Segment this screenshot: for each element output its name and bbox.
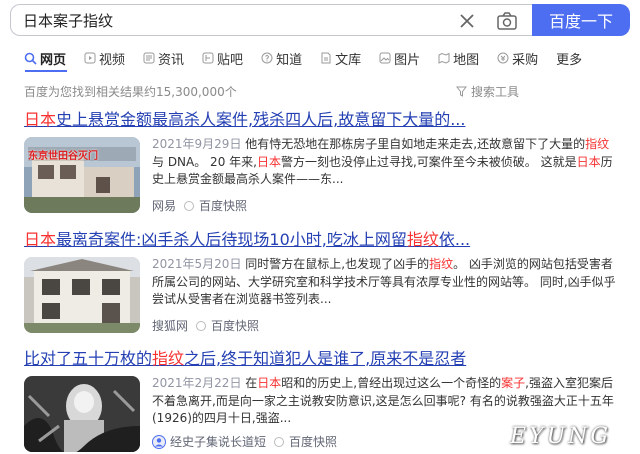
search-box xyxy=(10,4,532,36)
tab-more[interactable]: 更多 xyxy=(556,49,582,68)
kuaizhao-link[interactable]: 百度快照 xyxy=(199,197,247,214)
result-snippet: 2021年9月29日 他有恃无恐地在那栋房子里自如地走来走去,还故意留下了大量的… xyxy=(152,136,620,189)
result-snippet: 2021年5月20日 同时警方在鼠标上,也发现了凶手的指纹。 凶手浏览的网站包括… xyxy=(152,256,620,309)
result-date: 2021年2月22日 xyxy=(152,376,242,390)
kuaizhao-link[interactable]: 百度快照 xyxy=(289,433,337,450)
result-title[interactable]: 比对了五十万枚的指纹之后,终于知道犯人是谁了,原来不是忍者 xyxy=(24,349,620,369)
result-count: 百度为您找到相关结果约15,300,000个 xyxy=(24,85,237,99)
title-keyword-highlight: 日本 xyxy=(24,110,57,129)
result-thumbnail[interactable] xyxy=(24,257,140,333)
filter-icon xyxy=(456,86,467,97)
kuaizhao-icon xyxy=(196,320,207,331)
result-snippet: 2021年2月22日 在日本昭和的历史上,曾经出现过这么一个奇怪的案子,强盗入室… xyxy=(152,375,620,428)
video-icon xyxy=(84,52,96,64)
keyword-highlight: 日本 xyxy=(257,376,282,390)
search-bar: 百度一下 xyxy=(10,4,630,38)
result-thumbnail[interactable] xyxy=(24,376,140,452)
thumbnail-caption: 东京世田谷灭门 xyxy=(28,151,98,162)
question-icon xyxy=(261,52,273,64)
purchase-icon xyxy=(497,52,509,64)
keyword-highlight: 指纹 xyxy=(429,257,454,271)
snippet-text: 与 DNA。 20 年来, xyxy=(152,154,257,169)
keyword-highlight: 指纹 xyxy=(585,137,610,151)
search-tools-button[interactable]: 搜索工具 xyxy=(456,83,519,100)
building-photo xyxy=(24,257,140,333)
watermark-logo: EYUNG xyxy=(510,424,611,449)
title-keyword-highlight: 日本 xyxy=(24,230,57,249)
camera-icon[interactable] xyxy=(496,11,518,31)
historical-photo xyxy=(24,376,140,452)
tab-video[interactable]: 视频 xyxy=(84,49,125,68)
source-name[interactable]: 经史子集说长道短 xyxy=(170,433,266,450)
search-input[interactable] xyxy=(23,5,443,35)
tab-tieba[interactable]: 贴吧 xyxy=(202,49,243,68)
keyword-highlight: 日本 xyxy=(256,154,281,169)
search-button[interactable]: 百度一下 xyxy=(532,4,630,36)
title-keyword-highlight: 指纹 xyxy=(152,349,185,368)
title-keyword-highlight: 指纹 xyxy=(406,230,439,249)
result-thumbnail[interactable]: 东京世田谷灭门 xyxy=(24,137,140,213)
keyword-highlight: 案子 xyxy=(501,376,526,390)
title-text: 比对了五十万枚的 xyxy=(24,349,153,368)
map-icon xyxy=(438,52,450,64)
news-icon xyxy=(143,52,155,64)
result-title[interactable]: 日本史上悬赏金额最高杀人案件,残杀四人后,故意留下大量的... xyxy=(24,110,620,130)
result-source: 网易 百度快照 xyxy=(152,197,247,214)
source-name[interactable]: 搜狐网 xyxy=(152,317,188,334)
tieba-icon xyxy=(202,52,214,64)
document-icon xyxy=(321,52,331,64)
search-result: 日本最离奇案件:凶手杀人后待现场10小时,吃冰上网留指纹依... 2021年5月… xyxy=(24,230,620,340)
active-tab-indicator xyxy=(25,70,67,72)
tab-web[interactable]: 网页 xyxy=(24,49,66,68)
result-source: 搜狐网 百度快照 xyxy=(152,317,259,334)
result-date: 2021年5月20日 xyxy=(152,257,242,271)
snippet-text: 警方一刻也没停止过寻找,可案件至今未被侦破。 这就是 xyxy=(280,154,577,169)
result-date: 2021年9月29日 xyxy=(152,137,242,151)
tab-wenku[interactable]: 文库 xyxy=(320,49,361,68)
result-source: 经史子集说长道短 百度快照 xyxy=(152,433,337,450)
keyword-highlight: 日本 xyxy=(576,154,601,169)
kuaizhao-link[interactable]: 百度快照 xyxy=(211,317,259,334)
snippet-text: 昭和的历史上,曾经出现过这么一个奇怪的 xyxy=(281,376,502,390)
tab-map[interactable]: 地图 xyxy=(438,49,479,68)
source-name[interactable]: 网易 xyxy=(152,197,176,214)
tab-purchase[interactable]: 采购 xyxy=(497,49,538,68)
result-title[interactable]: 日本最离奇案件:凶手杀人后待现场10小时,吃冰上网留指纹依... xyxy=(24,230,620,250)
title-text: 史上悬赏金额最高杀人案件,残杀四人后,故意留下大量的... xyxy=(56,110,466,129)
tab-news[interactable]: 资讯 xyxy=(143,49,184,68)
title-text: 之后,终于知道犯人是谁了,原来不是忍者 xyxy=(184,349,467,368)
search-result: 日本史上悬赏金额最高杀人案件,残杀四人后,故意留下大量的... 东京世田谷灭门 … xyxy=(24,110,620,220)
title-text: 最离奇案件:凶手杀人后待现场10小时,吃冰上网留 xyxy=(56,230,407,249)
search-tabs: 网页 视频 资讯 贴吧 知道 文库 图片 地图 采购 更多 xyxy=(24,48,600,68)
snippet-text: 他有恃无恐地在那栋房子里自如地走来走去,还故意留下了大量的 xyxy=(241,137,586,151)
image-icon xyxy=(379,52,391,64)
tab-zhidao[interactable]: 知道 xyxy=(261,49,302,68)
snippet-text: 同时警方在鼠标上,也发现了凶手的 xyxy=(241,257,430,271)
search-icon xyxy=(24,52,37,65)
kuaizhao-icon xyxy=(184,200,195,211)
kuaizhao-icon xyxy=(274,436,285,447)
snippet-text: 在 xyxy=(241,376,258,390)
tab-images[interactable]: 图片 xyxy=(379,49,420,68)
title-text: 依... xyxy=(438,230,471,249)
close-icon[interactable] xyxy=(457,11,477,31)
source-avatar-icon xyxy=(152,434,166,449)
